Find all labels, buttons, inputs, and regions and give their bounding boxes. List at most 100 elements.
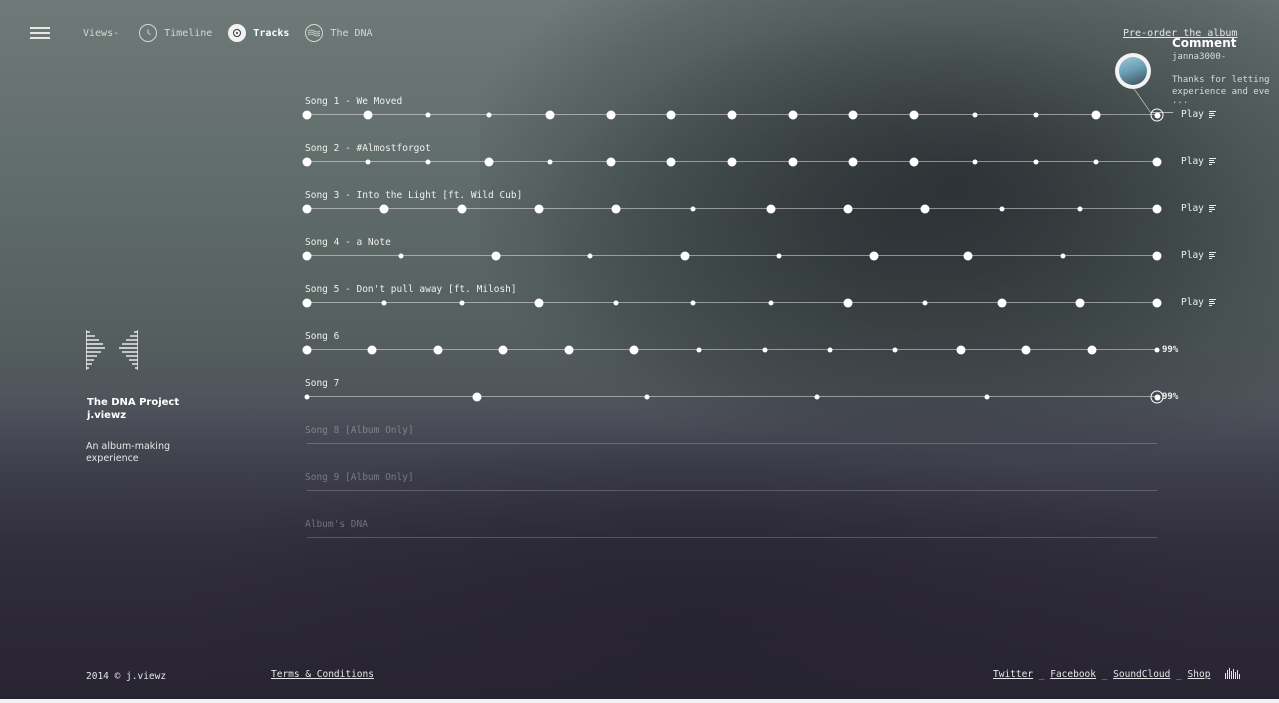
track-marker[interactable] xyxy=(484,157,494,167)
track-marker[interactable] xyxy=(459,300,465,306)
track-marker[interactable] xyxy=(956,345,966,355)
track-marker[interactable] xyxy=(534,204,544,214)
tab-the-dna[interactable]: The DNA xyxy=(305,24,373,42)
track-marker[interactable] xyxy=(788,157,798,167)
track-marker[interactable] xyxy=(963,251,973,261)
track-marker[interactable] xyxy=(1152,251,1162,261)
track-marker[interactable] xyxy=(1021,345,1031,355)
track-marker[interactable] xyxy=(666,110,676,120)
sound-toggle-icon[interactable] xyxy=(1225,668,1241,679)
track-playhead[interactable] xyxy=(1150,108,1164,122)
track-marker[interactable] xyxy=(920,204,930,214)
track-marker[interactable] xyxy=(776,253,782,259)
track-marker[interactable] xyxy=(1152,204,1162,214)
hamburger-menu-icon[interactable] xyxy=(30,27,50,39)
track-title[interactable]: Song 7 xyxy=(305,378,339,389)
play-button[interactable]: Play xyxy=(1181,250,1216,261)
track-marker[interactable] xyxy=(727,110,737,120)
track-marker[interactable] xyxy=(762,347,768,353)
track-marker[interactable] xyxy=(363,110,373,120)
track-marker[interactable] xyxy=(629,345,639,355)
track-title[interactable]: Song 9 [Album Only] xyxy=(305,472,414,483)
tab-timeline[interactable]: Timeline xyxy=(139,24,212,42)
views-dropdown[interactable]: Views- xyxy=(83,28,119,39)
track-marker[interactable] xyxy=(1152,298,1162,308)
track-marker[interactable] xyxy=(302,298,312,308)
track-marker[interactable] xyxy=(398,253,404,259)
track-title[interactable]: Song 6 xyxy=(305,331,339,342)
tab-tracks[interactable]: Tracks xyxy=(228,24,289,42)
track-marker[interactable] xyxy=(644,394,650,400)
track-title[interactable]: Album's DNA xyxy=(305,519,368,530)
twitter-link[interactable]: Twitter xyxy=(993,669,1033,680)
track-marker[interactable] xyxy=(302,110,312,120)
track-marker[interactable] xyxy=(690,300,696,306)
track-marker[interactable] xyxy=(984,394,990,400)
track-marker[interactable] xyxy=(457,204,467,214)
shop-link[interactable]: Shop xyxy=(1188,669,1211,680)
track-marker[interactable] xyxy=(843,204,853,214)
track-marker[interactable] xyxy=(302,345,312,355)
track-marker[interactable] xyxy=(1152,157,1162,167)
track-marker[interactable] xyxy=(304,394,310,400)
track-marker[interactable] xyxy=(498,345,508,355)
track-marker[interactable] xyxy=(892,347,898,353)
play-button[interactable]: Play xyxy=(1181,156,1216,167)
track-title[interactable]: Song 5 - Don't pull away [ft. Milosh] xyxy=(305,284,517,295)
track-marker[interactable] xyxy=(843,298,853,308)
track-marker[interactable] xyxy=(547,159,553,165)
track-marker[interactable] xyxy=(814,394,820,400)
play-button[interactable]: Play xyxy=(1181,297,1216,308)
soundcloud-link[interactable]: SoundCloud xyxy=(1113,669,1170,680)
track-marker[interactable] xyxy=(768,300,774,306)
track-marker[interactable] xyxy=(1075,298,1085,308)
track-marker[interactable] xyxy=(869,251,879,261)
track-marker[interactable] xyxy=(848,110,858,120)
track-marker[interactable] xyxy=(606,110,616,120)
track-title[interactable]: Song 2 - #Almostforgot xyxy=(305,143,431,154)
track-marker[interactable] xyxy=(690,206,696,212)
track-marker[interactable] xyxy=(365,159,371,165)
track-marker[interactable] xyxy=(909,157,919,167)
track-marker[interactable] xyxy=(545,110,555,120)
track-marker[interactable] xyxy=(1077,206,1083,212)
track-marker[interactable] xyxy=(972,159,978,165)
track-marker[interactable] xyxy=(827,347,833,353)
play-button[interactable]: Play xyxy=(1181,203,1216,214)
track-marker[interactable] xyxy=(472,392,482,402)
track-title[interactable]: Song 4 - a Note xyxy=(305,237,391,248)
track-marker[interactable] xyxy=(302,204,312,214)
track-marker[interactable] xyxy=(302,251,312,261)
track-marker[interactable] xyxy=(425,159,431,165)
track-marker[interactable] xyxy=(909,110,919,120)
track-marker[interactable] xyxy=(922,300,928,306)
avatar[interactable] xyxy=(1115,53,1151,89)
track-marker[interactable] xyxy=(486,112,492,118)
track-marker[interactable] xyxy=(766,204,776,214)
track-marker[interactable] xyxy=(433,345,443,355)
track-marker[interactable] xyxy=(491,251,501,261)
track-marker[interactable] xyxy=(302,157,312,167)
track-marker[interactable] xyxy=(564,345,574,355)
track-marker[interactable] xyxy=(587,253,593,259)
track-marker[interactable] xyxy=(613,300,619,306)
facebook-link[interactable]: Facebook xyxy=(1050,669,1096,680)
track-marker[interactable] xyxy=(1087,345,1097,355)
terms-link[interactable]: Terms & Conditions xyxy=(271,669,374,680)
track-marker[interactable] xyxy=(381,300,387,306)
track-marker[interactable] xyxy=(425,112,431,118)
track-marker[interactable] xyxy=(997,298,1007,308)
play-button[interactable]: Play xyxy=(1181,109,1216,120)
track-title[interactable]: Song 8 [Album Only] xyxy=(305,425,414,436)
comment-user[interactable]: janna3000- xyxy=(1172,52,1279,62)
track-marker[interactable] xyxy=(1060,253,1066,259)
track-marker[interactable] xyxy=(680,251,690,261)
track-marker[interactable] xyxy=(611,204,621,214)
track-marker[interactable] xyxy=(606,157,616,167)
track-marker[interactable] xyxy=(534,298,544,308)
track-marker[interactable] xyxy=(1033,159,1039,165)
track-title[interactable]: Song 1 - We Moved xyxy=(305,96,402,107)
track-marker[interactable] xyxy=(972,112,978,118)
track-marker[interactable] xyxy=(999,206,1005,212)
track-marker[interactable] xyxy=(367,345,377,355)
